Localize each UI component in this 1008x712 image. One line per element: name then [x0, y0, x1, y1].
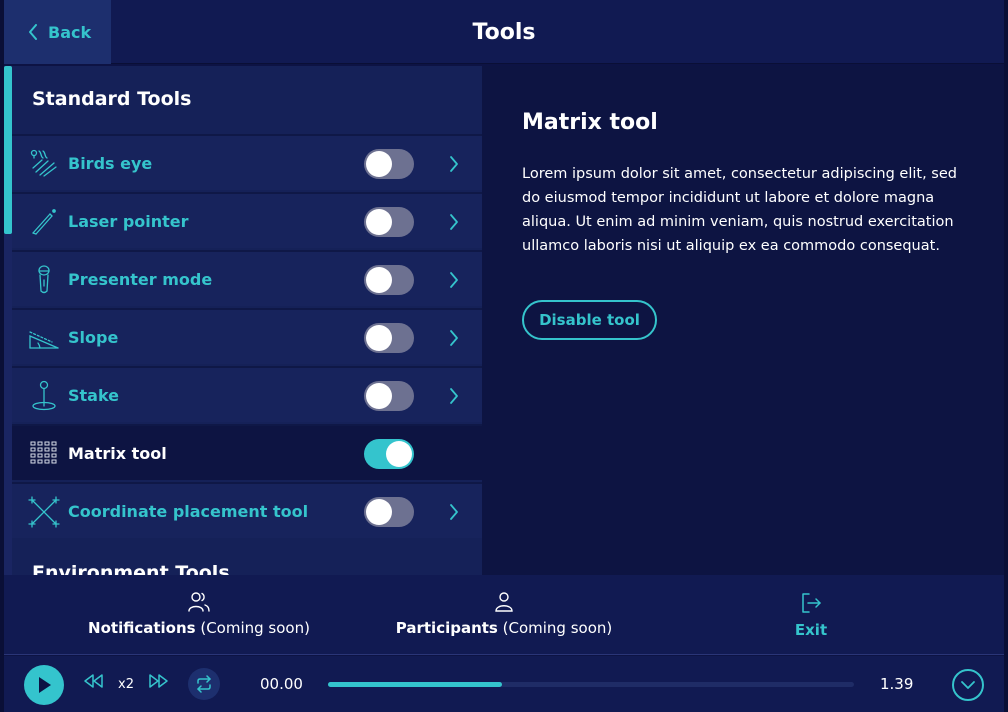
exit-label: Exit	[794, 621, 828, 639]
toggle-knob	[386, 441, 412, 467]
toggle-knob	[366, 383, 392, 409]
chevron-right-icon[interactable]	[444, 269, 464, 291]
loop-icon	[197, 675, 211, 693]
rewind-button[interactable]	[82, 673, 104, 693]
tool-row-slope[interactable]: Slope	[12, 308, 482, 364]
toggle-knob	[366, 267, 392, 293]
tool-toggle-presenter-mode[interactable]	[364, 265, 414, 295]
tool-label: Presenter mode	[68, 270, 213, 289]
chevron-down-icon	[961, 681, 975, 689]
microphone-icon	[28, 264, 60, 296]
exit-button[interactable]: Exit	[771, 591, 851, 639]
header-bar: Tools Back	[4, 0, 1004, 64]
chevron-right-icon[interactable]	[444, 385, 464, 407]
participants-label: Participants	[395, 619, 498, 637]
tool-label: Stake	[68, 386, 120, 405]
tool-row-birds-eye[interactable]: Birds eye	[12, 134, 482, 190]
toggle-knob	[366, 151, 392, 177]
tool-row-coordinate-placement[interactable]: Coordinate placement tool	[12, 482, 482, 538]
tool-row-stake[interactable]: Stake	[12, 366, 482, 422]
detail-title: Matrix tool	[522, 110, 658, 135]
tool-toggle-birds-eye[interactable]	[364, 149, 414, 179]
back-button-label: Back	[48, 22, 92, 42]
coordinate-placement-icon	[28, 496, 60, 528]
tool-toggle-stake[interactable]	[364, 381, 414, 411]
playback-bar: x2 00.00 1.39	[4, 656, 1004, 712]
tool-toggle-coordinate-placement[interactable]	[364, 497, 414, 527]
tool-toggle-matrix-tool[interactable]	[364, 439, 414, 469]
laser-pointer-icon	[28, 206, 60, 238]
notifications-button[interactable]: Notifications (Coming soon)	[88, 591, 310, 637]
playback-speed[interactable]: x2	[118, 677, 134, 692]
tools-scrollbar-thumb[interactable]	[4, 66, 12, 234]
stake-icon	[28, 380, 60, 412]
toggle-knob	[366, 209, 392, 235]
tool-label: Birds eye	[68, 154, 153, 173]
chevron-right-icon[interactable]	[444, 327, 464, 349]
fast-forward-icon	[149, 674, 168, 688]
tool-row-laser-pointer[interactable]: Laser pointer	[12, 192, 482, 248]
page-title: Tools	[472, 19, 536, 45]
tool-label: Coordinate placement tool	[68, 502, 309, 521]
progress-fill	[328, 682, 502, 687]
collapse-button[interactable]	[952, 669, 984, 701]
play-icon	[39, 677, 51, 693]
bottom-nav: Notifications (Coming soon) Participants…	[4, 575, 1004, 655]
tool-label: Laser pointer	[68, 212, 189, 231]
tool-label: Matrix tool	[68, 444, 167, 463]
participants-suffix: (Coming soon)	[497, 619, 613, 637]
toggle-knob	[366, 499, 392, 525]
section-title-standard-tools: Standard Tools	[32, 88, 192, 110]
chevron-left-icon	[29, 24, 37, 40]
tool-label: Slope	[68, 328, 119, 347]
detail-description: Lorem ipsum dolor sit amet, consectetur …	[522, 166, 957, 254]
time-total: 1.39	[880, 675, 914, 693]
tool-detail-panel: Matrix tool Lorem ipsum dolor sit amet, …	[482, 66, 1004, 575]
exit-icon	[802, 593, 821, 613]
chevron-right-icon[interactable]	[444, 153, 464, 175]
disable-tool-button[interactable]: Disable tool	[522, 300, 657, 340]
play-button[interactable]	[24, 665, 64, 705]
back-button[interactable]: Back	[4, 0, 111, 64]
rewind-icon	[84, 674, 103, 688]
tool-row-presenter-mode[interactable]: Presenter mode	[12, 250, 482, 306]
toggle-knob	[366, 325, 392, 351]
notifications-suffix: (Coming soon)	[195, 619, 310, 637]
frame-edge-right	[1004, 0, 1008, 712]
matrix-grid-icon	[28, 438, 60, 470]
slope-icon	[28, 322, 60, 354]
participant-user-icon	[495, 592, 513, 612]
tool-toggle-slope[interactable]	[364, 323, 414, 353]
tool-row-matrix-tool[interactable]: Matrix tool	[12, 424, 482, 480]
notifications-label: Notifications	[88, 619, 196, 637]
progress-track[interactable]	[328, 682, 854, 687]
tool-toggle-laser-pointer[interactable]	[364, 207, 414, 237]
section-title-environment-tools: Environment Tools	[32, 562, 230, 575]
birds-eye-icon	[28, 148, 60, 180]
chevron-right-icon[interactable]	[444, 211, 464, 233]
fast-forward-button[interactable]	[148, 673, 170, 693]
notifications-people-icon	[188, 592, 210, 612]
loop-button[interactable]	[188, 668, 220, 700]
participants-button[interactable]: Participants (Coming soon)	[394, 591, 614, 637]
chevron-right-icon[interactable]	[444, 501, 464, 523]
tools-list-panel: Standard Tools Birds eye Laser pointer P…	[12, 66, 482, 575]
time-elapsed: 00.00	[260, 675, 303, 693]
